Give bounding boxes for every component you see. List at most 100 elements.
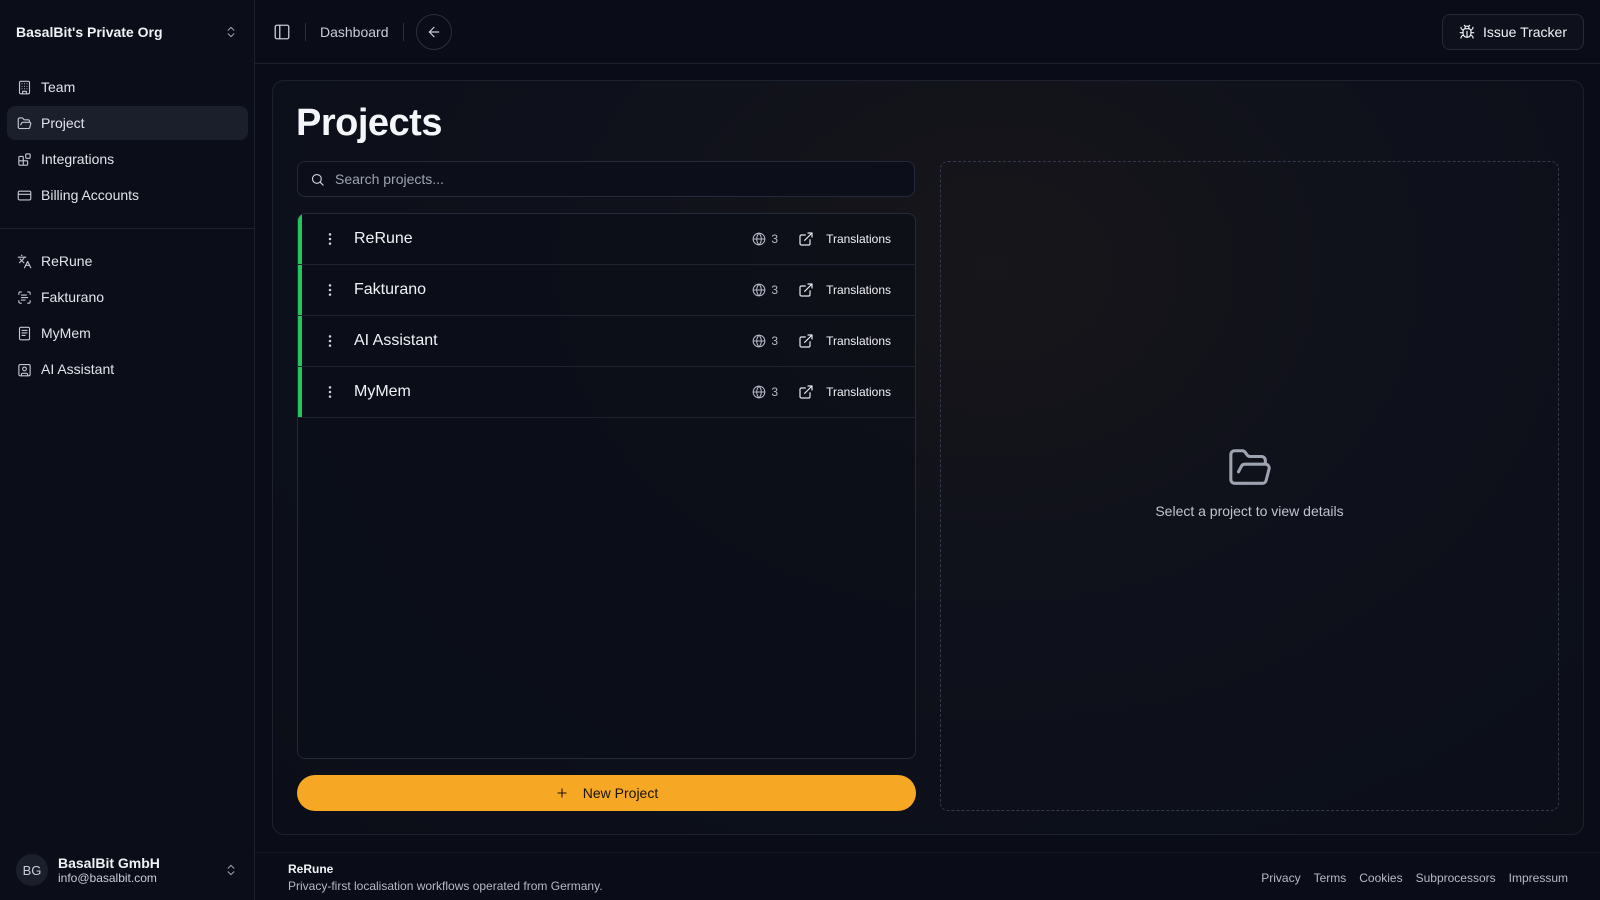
blocks-icon <box>17 152 32 167</box>
notebook-icon <box>17 326 32 341</box>
language-count: 3 <box>752 334 778 348</box>
empty-state: Select a project to view details <box>941 445 1558 519</box>
row-accent <box>298 316 302 366</box>
issue-tracker-button[interactable]: Issue Tracker <box>1441 14 1584 50</box>
footer-link-cookies[interactable]: Cookies <box>1359 871 1402 885</box>
sidebar-item-mymem[interactable]: MyMem <box>7 316 248 350</box>
sidebar-item-project[interactable]: Project <box>7 106 248 140</box>
plus-icon <box>555 786 569 800</box>
footer-link-subprocessors[interactable]: Subprocessors <box>1416 871 1496 885</box>
user-menu[interactable]: BG BasalBit GmbH info@basalbit.com <box>0 845 254 895</box>
external-link-icon <box>798 282 814 298</box>
toolbar-separator <box>305 22 306 41</box>
topbar: Dashboard Issue Tracker <box>255 0 1600 64</box>
bug-icon <box>1459 24 1475 40</box>
sidebar-item-label: Integrations <box>41 151 115 167</box>
breadcrumb[interactable]: Dashboard <box>320 24 389 40</box>
search-icon <box>310 172 325 187</box>
project-row-ai-assistant[interactable]: AI Assistant 3 Translations <box>298 316 915 367</box>
footer-tagline: Privacy-first localisation workflows ope… <box>288 879 603 893</box>
folder-open-icon <box>1227 445 1273 491</box>
sidebar-item-integrations[interactable]: Integrations <box>7 142 248 176</box>
footer-links: Privacy Terms Cookies Subprocessors Impr… <box>1261 871 1568 885</box>
project-detail-panel: Select a project to view details <box>940 161 1559 811</box>
language-count-value: 3 <box>771 385 779 399</box>
translations-link[interactable]: Translations <box>798 384 891 400</box>
user-email: info@basalbit.com <box>58 870 157 885</box>
external-link-icon <box>798 384 814 400</box>
sidebar-item-label: Fakturano <box>41 289 105 305</box>
project-row-rerune[interactable]: ReRune 3 Translations <box>298 214 915 265</box>
language-count-value: 3 <box>771 283 779 297</box>
credit-card-icon <box>17 188 32 203</box>
sidebar-item-fakturano[interactable]: Fakturano <box>7 280 248 314</box>
languages-icon <box>17 254 32 269</box>
sidebar-item-team[interactable]: Team <box>7 70 248 104</box>
row-accent <box>298 265 302 315</box>
avatar: BG <box>16 854 48 886</box>
sidebar-item-label: Team <box>41 79 76 95</box>
project-row-mymem[interactable]: MyMem 3 Translations <box>298 367 915 418</box>
contact-icon <box>17 362 32 377</box>
language-count: 3 <box>752 232 778 246</box>
translations-label: Translations <box>826 334 891 348</box>
translations-link[interactable]: Translations <box>798 282 891 298</box>
main-nav: Team Project Integrations Billing Accoun… <box>7 70 248 214</box>
more-vertical-icon[interactable] <box>322 332 338 350</box>
sidebar-item-billing-accounts[interactable]: Billing Accounts <box>7 178 248 212</box>
sidebar-toggle-icon[interactable] <box>273 23 291 41</box>
new-project-label: New Project <box>582 785 659 801</box>
chevrons-up-down-icon <box>224 863 238 877</box>
footer-link-impressum[interactable]: Impressum <box>1509 871 1568 885</box>
project-name: AI Assistant <box>354 332 438 349</box>
globe-icon <box>752 232 766 246</box>
translations-label: Translations <box>826 232 891 246</box>
language-count: 3 <box>752 385 778 399</box>
sidebar-item-rerune[interactable]: ReRune <box>7 244 248 278</box>
project-row-fakturano[interactable]: Fakturano 3 Translations <box>298 265 915 316</box>
more-vertical-icon[interactable] <box>322 230 338 248</box>
project-name: MyMem <box>354 383 411 400</box>
sidebar-item-ai-assistant[interactable]: AI Assistant <box>7 352 248 386</box>
more-vertical-icon[interactable] <box>322 383 338 401</box>
sidebar-item-label: AI Assistant <box>41 361 115 377</box>
globe-icon <box>752 283 766 297</box>
sidebar-item-label: ReRune <box>41 253 93 269</box>
project-name: ReRune <box>354 230 413 247</box>
project-list: ReRune 3 Translations Fakturano 3 Transl… <box>297 213 916 759</box>
language-count-value: 3 <box>771 334 779 348</box>
footer-link-terms[interactable]: Terms <box>1314 871 1347 885</box>
org-name: BasalBit's Private Org <box>16 24 163 40</box>
globe-icon <box>752 385 766 399</box>
external-link-icon <box>798 231 814 247</box>
user-info: BasalBit GmbH info@basalbit.com <box>58 855 214 886</box>
page-title: Projects <box>296 102 442 144</box>
project-name: Fakturano <box>354 281 427 298</box>
sidebar-item-label: Billing Accounts <box>41 187 140 203</box>
back-button[interactable] <box>415 13 452 50</box>
issue-tracker-label: Issue Tracker <box>1482 24 1567 40</box>
translations-label: Translations <box>826 385 891 399</box>
chevrons-up-down-icon <box>224 25 238 39</box>
search-box[interactable] <box>297 161 915 197</box>
sidebar-item-label: MyMem <box>41 325 91 341</box>
new-project-button[interactable]: New Project <box>297 775 916 811</box>
search-input[interactable] <box>335 171 902 187</box>
external-link-icon <box>798 333 814 349</box>
footer-link-privacy[interactable]: Privacy <box>1261 871 1300 885</box>
user-name: BasalBit GmbH <box>58 854 160 871</box>
footer-brand: ReRune <box>288 862 334 876</box>
toolbar-separator <box>402 22 404 41</box>
globe-icon <box>752 334 766 348</box>
empty-state-text: Select a project to view details <box>1155 503 1344 519</box>
sidebar-item-label: Project <box>41 115 85 131</box>
translations-link[interactable]: Translations <box>798 333 891 349</box>
org-switcher[interactable]: BasalBit's Private Org <box>0 0 254 64</box>
translations-link[interactable]: Translations <box>798 231 891 247</box>
arrow-left-icon <box>426 24 442 40</box>
more-vertical-icon[interactable] <box>322 281 338 299</box>
folder-open-icon <box>17 116 32 131</box>
language-count-value: 3 <box>771 232 779 246</box>
translations-label: Translations <box>826 283 891 297</box>
building-icon <box>17 80 32 95</box>
